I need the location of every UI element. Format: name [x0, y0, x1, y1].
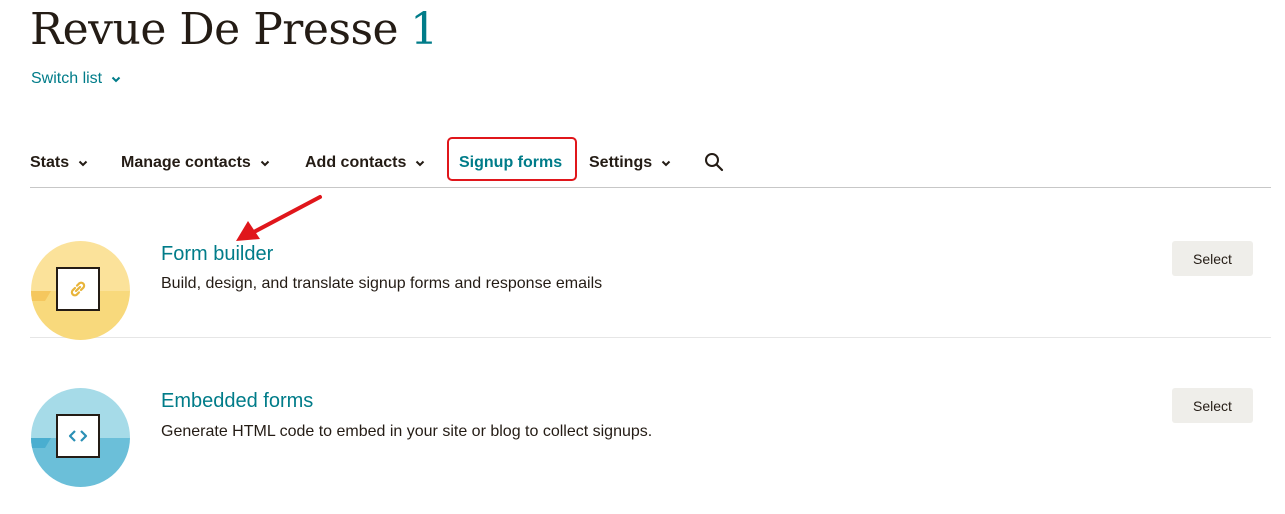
nav-manage-contacts[interactable]: Manage contacts: [121, 140, 271, 186]
code-icon: [56, 414, 100, 458]
embedded-forms-illustration: [31, 388, 130, 487]
nav-settings-label: Settings: [589, 154, 653, 171]
annotation-arrow-icon: [236, 195, 322, 241]
nav-add-contacts[interactable]: Add contacts: [305, 140, 426, 186]
nav-stats-label: Stats: [30, 154, 70, 171]
embedded-forms-option: Embedded forms Generate HTML code to emb…: [30, 366, 1271, 514]
embedded-forms-title[interactable]: Embedded forms: [161, 390, 313, 413]
chevron-down-icon: [110, 73, 122, 85]
chevron-down-icon: [414, 157, 426, 169]
link-icon: [56, 267, 100, 311]
chevron-down-icon: [660, 157, 672, 169]
list-count: 1: [410, 4, 438, 55]
switch-list-label: Switch list: [31, 70, 103, 87]
form-builder-description: Build, design, and translate signup form…: [161, 275, 603, 292]
nav-manage-contacts-label: Manage contacts: [121, 154, 251, 171]
form-builder-illustration: [31, 241, 130, 340]
form-builder-option: Form builder Build, design, and translat…: [30, 189, 1271, 340]
switch-list-link[interactable]: Switch list: [31, 70, 122, 88]
nav-signup-forms[interactable]: Signup forms: [459, 140, 562, 186]
nav-stats[interactable]: Stats: [30, 140, 89, 186]
form-builder-title[interactable]: Form builder: [161, 243, 273, 266]
list-name: Revue De Presse: [30, 4, 399, 55]
search-button[interactable]: [704, 152, 724, 177]
chevron-down-icon: [77, 157, 89, 169]
nav-settings[interactable]: Settings: [589, 140, 672, 186]
search-icon: [704, 153, 724, 176]
nav-signup-forms-label: Signup forms: [459, 154, 563, 171]
form-builder-select-button[interactable]: Select: [1172, 241, 1253, 276]
chevron-down-icon: [259, 157, 271, 169]
embedded-forms-select-button[interactable]: Select: [1172, 388, 1253, 423]
embedded-forms-description: Generate HTML code to embed in your site…: [161, 423, 653, 440]
list-nav: Stats Manage contacts Add contacts Signu…: [30, 137, 1271, 188]
page: Revue De Presse 1 Switch list Stats Manag…: [0, 0, 1285, 514]
nav-add-contacts-label: Add contacts: [305, 154, 407, 171]
page-title: Revue De Presse 1: [30, 4, 438, 55]
